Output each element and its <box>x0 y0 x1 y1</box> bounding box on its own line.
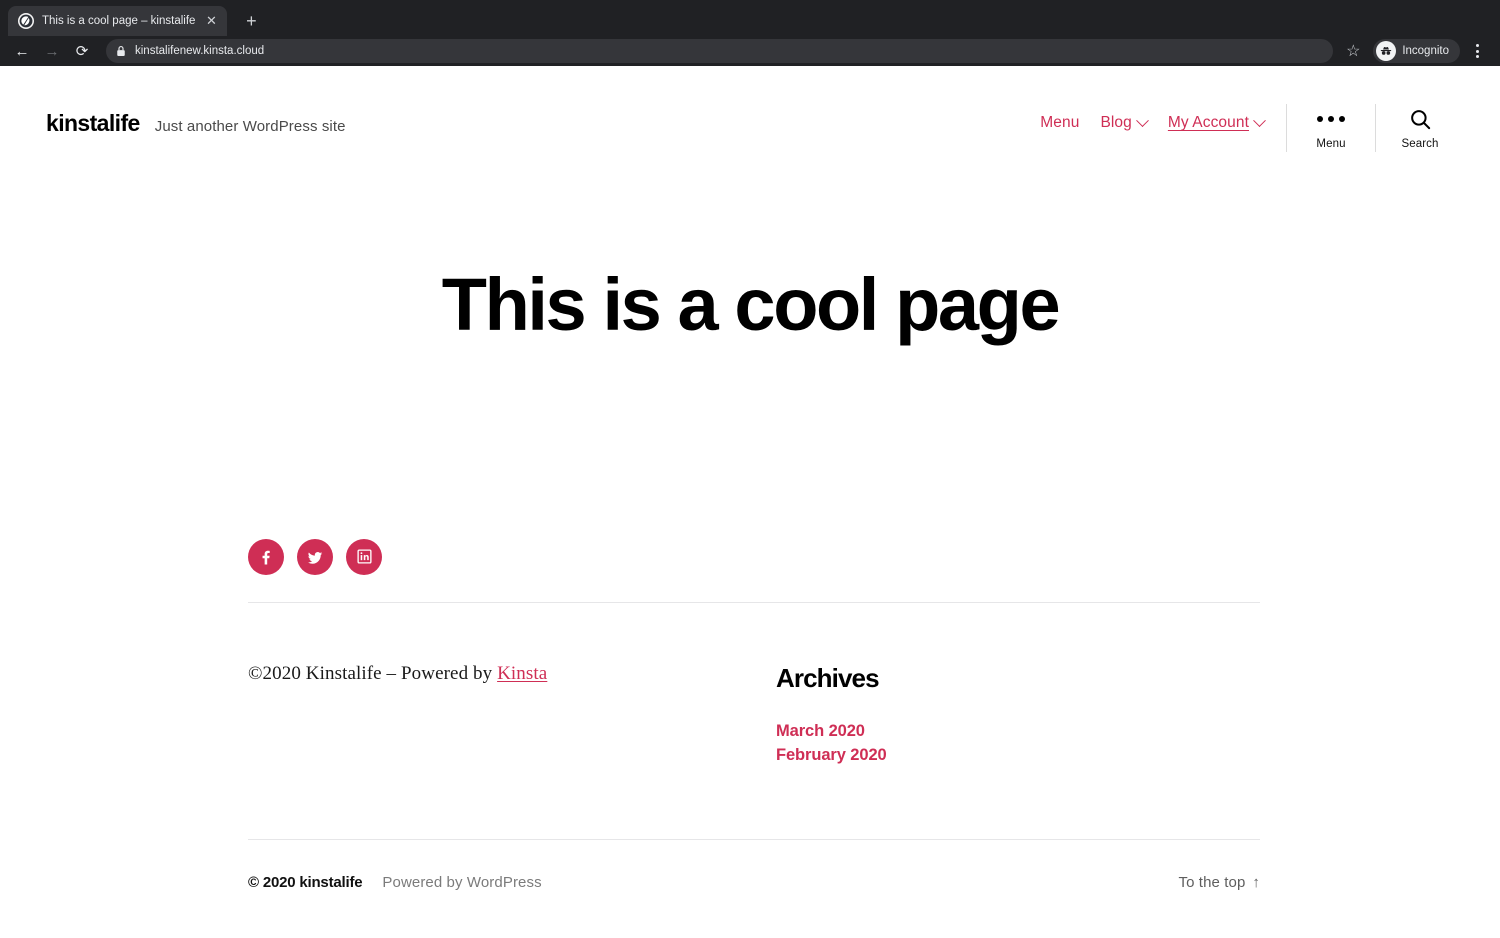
linkedin-icon[interactable] <box>346 538 382 575</box>
primary-navigation: Menu Blog My Account <box>1040 96 1286 132</box>
dots-icon <box>1317 109 1345 129</box>
header-utilities: Menu Search <box>1286 96 1464 152</box>
facebook-icon[interactable] <box>248 538 284 575</box>
lock-icon <box>116 45 126 57</box>
dot <box>1328 116 1334 122</box>
browser-toolbar: ← → ⟳ kinstalifenew.kinsta.cloud ☆ Incog… <box>0 36 1500 66</box>
address-bar[interactable]: kinstalifenew.kinsta.cloud <box>106 39 1334 63</box>
new-tab-button[interactable]: + <box>237 7 265 35</box>
to-the-top-label: To the top <box>1178 873 1246 891</box>
archives-list: March 2020 February 2020 <box>776 722 887 765</box>
page-title: This is a cool page <box>441 263 1061 346</box>
browser-tab[interactable]: This is a cool page – kinstalife ✕ <box>8 6 228 36</box>
search-icon <box>1409 109 1432 129</box>
footer-brand: © 2020 kinstalife <box>248 873 363 891</box>
site-header: kinstalife Just another WordPress site M… <box>0 66 1500 162</box>
kebab-dot <box>1475 44 1479 47</box>
hero-section: This is a cool page <box>0 162 1500 344</box>
menu-toggle-button[interactable]: Menu <box>1287 102 1375 152</box>
tab-strip: This is a cool page – kinstalife ✕ + <box>0 0 1500 36</box>
browser-chrome: This is a cool page – kinstalife ✕ + ← →… <box>0 0 1500 66</box>
site-tagline: Just another WordPress site <box>154 118 346 135</box>
list-item: February 2020 <box>776 746 887 765</box>
site-footer: © 2020 kinstalife Powered by WordPress T… <box>248 840 1260 891</box>
site-title[interactable]: kinstalife <box>46 110 140 137</box>
footer-credit: ©2020 Kinstalife – Powered by Kinsta <box>248 663 776 685</box>
dot <box>1339 116 1345 122</box>
footer-credit-text: ©2020 Kinstalife – Powered by <box>248 662 498 684</box>
reload-button[interactable]: ⟳ <box>68 37 96 65</box>
nav-item-label: Menu <box>1040 114 1080 131</box>
content-wrapper: ©2020 Kinstalife – Powered by Kinsta Arc… <box>240 538 1260 891</box>
dot <box>1317 116 1323 122</box>
powered-by-wordpress-link[interactable]: Powered by WordPress <box>382 874 541 891</box>
close-icon[interactable]: ✕ <box>203 13 219 29</box>
menu-toggle-label: Menu <box>1316 138 1346 150</box>
chevron-down-icon <box>1253 113 1266 127</box>
kinsta-link[interactable]: Kinsta <box>497 663 547 684</box>
twitter-icon[interactable] <box>297 538 333 575</box>
tab-title: This is a cool page – kinstalife <box>42 15 196 27</box>
list-item: March 2020 <box>776 722 887 741</box>
social-links <box>248 538 1260 575</box>
wordpress-globe-icon <box>18 13 34 29</box>
arrow-up-icon: ↑ <box>1252 873 1260 891</box>
address-bar-url: kinstalifenew.kinsta.cloud <box>135 45 265 57</box>
archive-link-february-2020[interactable]: February 2020 <box>776 746 887 764</box>
footer-column-archives: Archives March 2020 February 2020 <box>776 663 887 770</box>
kebab-dot <box>1475 49 1479 53</box>
nav-item-label: My Account <box>1167 114 1249 131</box>
site-branding: kinstalife Just another WordPress site <box>46 96 346 137</box>
header-right: Menu Blog My Account Menu Search <box>1040 96 1464 152</box>
bookmark-star-icon[interactable]: ☆ <box>1341 39 1365 63</box>
nav-item-menu[interactable]: Menu <box>1040 114 1079 132</box>
kebab-dot <box>1475 55 1479 58</box>
incognito-avatar-icon <box>1376 41 1397 61</box>
forward-button[interactable]: → <box>38 37 66 65</box>
page-body: kinstalife Just another WordPress site M… <box>0 66 1500 938</box>
widget-title-archives: Archives <box>776 662 880 693</box>
incognito-indicator[interactable]: Incognito <box>1373 39 1460 63</box>
footer-columns: ©2020 Kinstalife – Powered by Kinsta Arc… <box>248 603 1260 770</box>
to-the-top-link[interactable]: To the top ↑ <box>1179 874 1261 891</box>
back-button[interactable]: ← <box>8 37 36 65</box>
search-toggle-label: Search <box>1401 138 1439 150</box>
incognito-label: Incognito <box>1402 45 1449 57</box>
footer-column-credit: ©2020 Kinstalife – Powered by Kinsta <box>248 663 776 685</box>
nav-item-my-account[interactable]: My Account <box>1167 113 1266 132</box>
nav-item-blog[interactable]: Blog <box>1100 113 1149 132</box>
search-toggle-button[interactable]: Search <box>1376 102 1464 152</box>
archive-link-march-2020[interactable]: March 2020 <box>776 722 865 740</box>
browser-menu-button[interactable] <box>1464 38 1490 64</box>
chevron-down-icon <box>1136 113 1149 127</box>
nav-item-label: Blog <box>1100 114 1132 131</box>
